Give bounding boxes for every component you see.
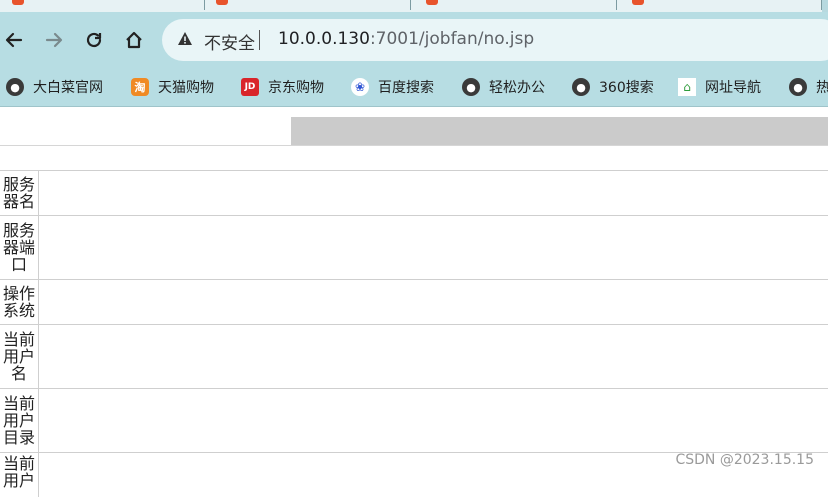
reload-icon bbox=[84, 30, 104, 50]
page-content: 服务器名 服务器端口 操作系统 当前用户名 当前用户目录 当前用户 CSDN @… bbox=[0, 107, 828, 474]
bookmark-item[interactable]: ⌂ 网址导航 bbox=[678, 75, 761, 99]
url-text[interactable]: 10.0.0.130:7001/jobfan/no.jsp bbox=[278, 29, 534, 49]
bookmark-item[interactable]: ● 热 bbox=[789, 75, 828, 99]
jd-icon: JD bbox=[241, 78, 259, 96]
server-info-table: 服务器名 服务器端口 操作系统 当前用户名 当前用户目录 当前用户 bbox=[0, 170, 828, 497]
header-bar bbox=[291, 117, 828, 146]
back-arrow-icon bbox=[4, 30, 24, 50]
forward-arrow-icon bbox=[44, 30, 64, 50]
tab[interactable] bbox=[617, 0, 822, 12]
url-path: :7001/jobfan/no.jsp bbox=[370, 29, 534, 49]
bookmark-item[interactable]: ● 轻松办公 bbox=[462, 75, 545, 99]
url-host: 10.0.0.130 bbox=[278, 29, 370, 49]
row-label: 服务器端口 bbox=[0, 216, 39, 280]
2345-icon: ⌂ bbox=[678, 78, 696, 96]
bookmark-item[interactable]: 淘 天猫购物 bbox=[131, 75, 214, 99]
row-label: 当前用户名 bbox=[0, 325, 39, 389]
table-row: 服务器名 bbox=[0, 171, 828, 216]
tab[interactable] bbox=[0, 0, 205, 12]
bookmark-item[interactable]: JD 京东购物 bbox=[241, 75, 324, 99]
insecure-label[interactable]: 不安全 bbox=[204, 29, 255, 54]
bookmark-item[interactable]: ● 360搜索 bbox=[572, 75, 654, 99]
row-value bbox=[39, 389, 828, 453]
divider bbox=[0, 145, 828, 146]
tab-favicon bbox=[12, 0, 24, 5]
tab-favicon bbox=[632, 0, 644, 5]
bookmark-item[interactable]: ● 大白菜官网 bbox=[6, 75, 103, 99]
globe-icon: ● bbox=[6, 78, 24, 96]
row-value bbox=[39, 171, 828, 216]
home-icon bbox=[124, 30, 144, 50]
row-label: 当前用户 bbox=[0, 453, 39, 497]
row-label: 当前用户目录 bbox=[0, 389, 39, 453]
reload-button[interactable] bbox=[80, 26, 108, 54]
globe-icon: ● bbox=[572, 78, 590, 96]
tab[interactable] bbox=[205, 0, 411, 12]
bookmark-label: 大白菜官网 bbox=[33, 77, 103, 97]
row-label: 操作系统 bbox=[0, 280, 39, 325]
tab[interactable] bbox=[411, 0, 617, 12]
bookmark-label: 轻松办公 bbox=[489, 77, 545, 97]
tmall-icon: 淘 bbox=[131, 78, 149, 96]
bookmark-label: 百度搜索 bbox=[378, 77, 434, 97]
table-row: 当前用户名 bbox=[0, 325, 828, 389]
browser-toolbar: 不安全 10.0.0.130:7001/jobfan/no.jsp bbox=[0, 12, 828, 68]
bookmark-label: 天猫购物 bbox=[158, 77, 214, 97]
tab-favicon bbox=[216, 0, 228, 5]
back-button[interactable] bbox=[0, 26, 28, 54]
tab-favicon bbox=[426, 0, 438, 5]
forward-button[interactable] bbox=[40, 26, 68, 54]
address-bar[interactable]: 不安全 10.0.0.130:7001/jobfan/no.jsp bbox=[162, 19, 828, 61]
row-value bbox=[39, 280, 828, 325]
table-row: 当前用户目录 bbox=[0, 389, 828, 453]
row-label: 服务器名 bbox=[0, 171, 39, 216]
bookmark-label: 360搜索 bbox=[599, 77, 654, 97]
bookmark-label: 热 bbox=[816, 77, 828, 97]
row-value bbox=[39, 216, 828, 280]
home-button[interactable] bbox=[120, 26, 148, 54]
baidu-icon: ❀ bbox=[351, 78, 369, 96]
bookmark-item[interactable]: ❀ 百度搜索 bbox=[351, 75, 434, 99]
row-value bbox=[39, 325, 828, 389]
bookmark-label: 网址导航 bbox=[705, 77, 761, 97]
warning-icon[interactable] bbox=[176, 30, 194, 48]
table-row: 操作系统 bbox=[0, 280, 828, 325]
globe-icon: ● bbox=[462, 78, 480, 96]
table-row: 服务器端口 bbox=[0, 216, 828, 280]
tab-strip bbox=[0, 0, 828, 12]
divider bbox=[259, 30, 260, 50]
watermark: CSDN @2023.15.15 bbox=[675, 452, 814, 468]
bookmarks-bar: ● 大白菜官网 淘 天猫购物 JD 京东购物 ❀ 百度搜索 ● 轻松办公 ● 3… bbox=[0, 68, 828, 107]
bookmark-label: 京东购物 bbox=[268, 77, 324, 97]
globe-icon: ● bbox=[789, 78, 807, 96]
